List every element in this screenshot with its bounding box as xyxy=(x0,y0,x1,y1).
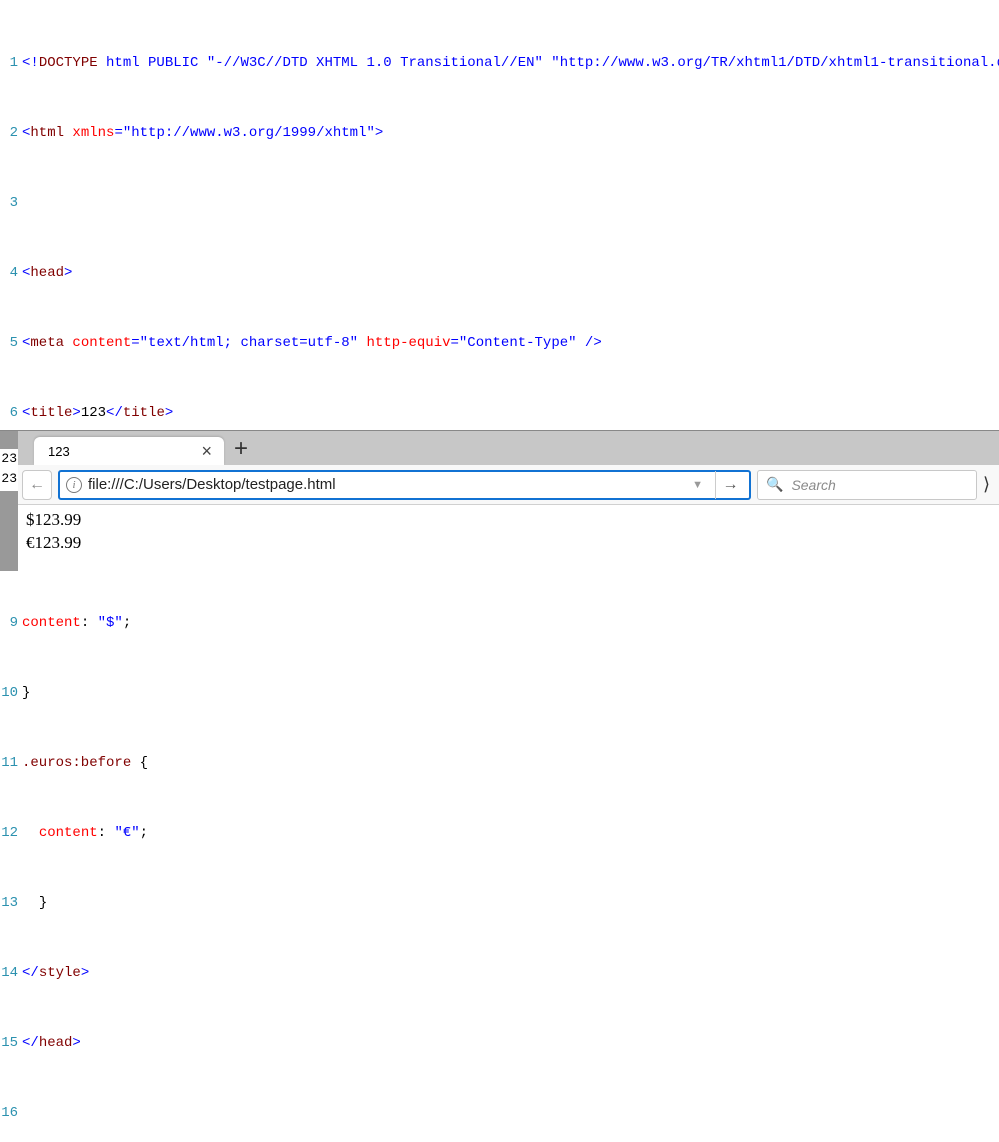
line-number: 11 xyxy=(0,755,22,773)
browser-toolbar: ← i file:///C:/Users/Desktop/testpage.ht… xyxy=(18,465,999,505)
code-line: 5 <meta content="text/html; charset=utf-… xyxy=(0,335,999,353)
code-line: 6 <title>123</title> xyxy=(0,405,999,423)
line-number: 15 xyxy=(0,1035,22,1053)
code-line: 2 <html xmlns="http://www.w3.org/1999/xh… xyxy=(0,125,999,143)
line-number: 13 xyxy=(0,895,22,913)
background-line-numbers: 23 23 xyxy=(0,449,18,491)
line-number: 1 xyxy=(0,55,22,73)
address-bar[interactable]: i file:///C:/Users/Desktop/testpage.html… xyxy=(58,470,751,500)
code-content: } xyxy=(22,895,47,913)
go-button[interactable]: → xyxy=(715,471,745,499)
code-line: 16 xyxy=(0,1105,999,1123)
code-line: 12 content: "€"; xyxy=(0,825,999,843)
code-content: } xyxy=(22,685,30,703)
browser-tab-strip: 123 × + xyxy=(18,431,999,465)
new-tab-button[interactable]: + xyxy=(234,435,248,465)
line-number: 4 xyxy=(0,265,22,283)
line-number: 16 xyxy=(0,1105,22,1123)
rendered-page: $123.99 €123.99 xyxy=(18,505,999,571)
code-content: <html xmlns="http://www.w3.org/1999/xhtm… xyxy=(22,125,383,143)
line-number: 10 xyxy=(0,685,22,703)
line-number: 5 xyxy=(0,335,22,353)
code-content: content: "€"; xyxy=(22,825,148,843)
code-line: 3 xyxy=(0,195,999,213)
code-content: <meta content="text/html; charset=utf-8"… xyxy=(22,335,602,353)
code-content: <head> xyxy=(22,265,72,283)
tab-title: 123 xyxy=(48,444,70,459)
line-number: 12 xyxy=(0,825,22,843)
code-line: 14 </style> xyxy=(0,965,999,983)
code-line: 10 } xyxy=(0,685,999,703)
back-button[interactable]: ← xyxy=(22,470,52,500)
code-content: <!DOCTYPE html PUBLIC "-//W3C//DTD XHTML… xyxy=(22,55,999,73)
browser-preview: 23 23 123 × + ← i file:///C:/Users/Deskt… xyxy=(0,430,999,571)
code-content: <title>123</title> xyxy=(22,405,173,423)
code-line: 1 <!DOCTYPE html PUBLIC "-//W3C//DTD XHT… xyxy=(0,55,999,73)
code-line: 4 <head> xyxy=(0,265,999,283)
line-number: 2 xyxy=(0,125,22,143)
code-line: 9 content: "$"; xyxy=(0,615,999,633)
left-gutter-strip: 23 23 xyxy=(0,431,18,571)
line-number: 6 xyxy=(0,405,22,423)
code-content: content: "$"; xyxy=(22,615,131,633)
code-content: </head> xyxy=(22,1035,81,1053)
output-row-euros: €123.99 xyxy=(26,532,991,555)
close-icon[interactable]: × xyxy=(197,442,216,460)
arrow-right-icon: → xyxy=(723,476,739,494)
code-content: </style> xyxy=(22,965,89,983)
code-line: 13 } xyxy=(0,895,999,913)
chevron-down-icon[interactable]: ▼ xyxy=(688,479,707,491)
search-placeholder: Search xyxy=(791,477,835,493)
code-content: .euros:before { xyxy=(22,755,148,773)
browser-tab[interactable]: 123 × xyxy=(34,437,224,465)
url-text[interactable]: file:///C:/Users/Desktop/testpage.html xyxy=(88,476,682,493)
toolbar-overflow-icon[interactable]: ⟩ xyxy=(983,465,993,504)
code-line: 11 .euros:before { xyxy=(0,755,999,773)
line-number: 14 xyxy=(0,965,22,983)
info-icon[interactable]: i xyxy=(66,477,82,493)
arrow-left-icon: ← xyxy=(29,476,45,494)
code-line: 15 </head> xyxy=(0,1035,999,1053)
code-editor[interactable]: 1 <!DOCTYPE html PUBLIC "-//W3C//DTD XHT… xyxy=(0,0,999,1142)
output-row-dollars: $123.99 xyxy=(26,509,991,532)
line-number: 9 xyxy=(0,615,22,633)
line-number: 3 xyxy=(0,195,22,213)
search-input[interactable]: 🔍 Search xyxy=(757,470,977,500)
search-icon: 🔍 xyxy=(766,476,783,493)
